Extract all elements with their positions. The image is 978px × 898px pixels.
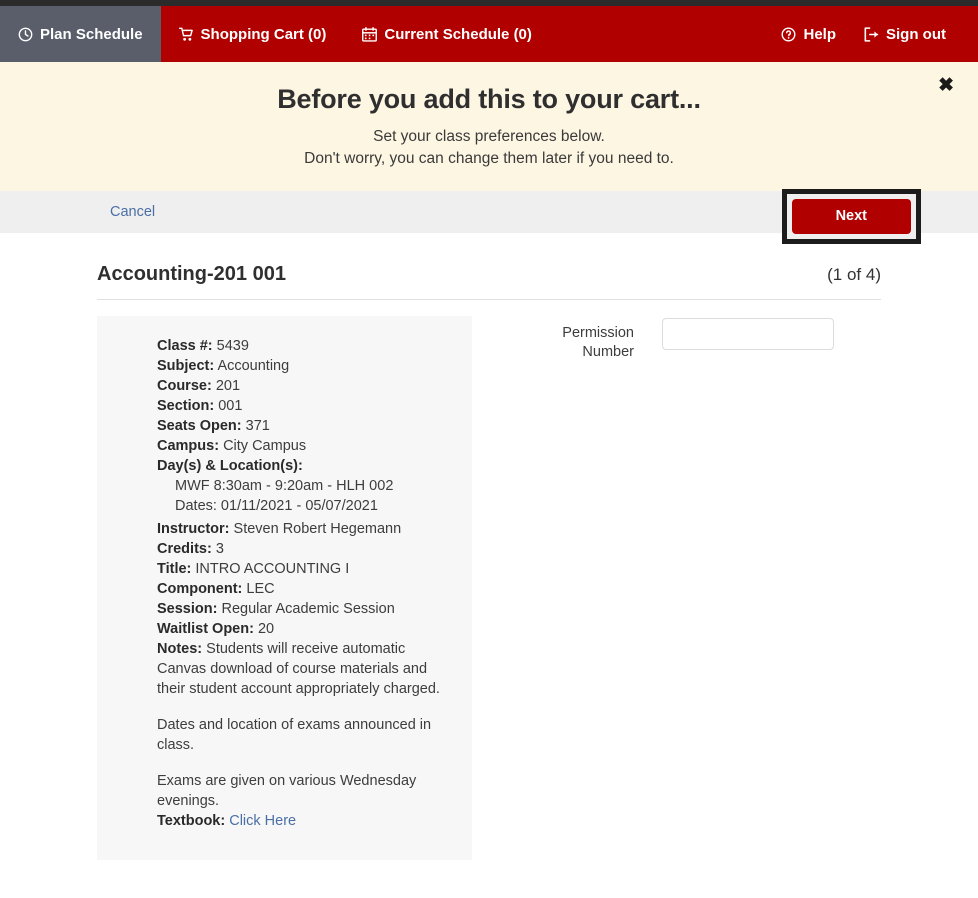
main-content: Accounting-201 001 (1 of 4) Class #: 543… [0,233,978,860]
permission-number-label: Permission Number [534,318,634,362]
banner-subtitle-line1: Set your class preferences below. [373,128,605,145]
nav-help-label: Help [803,25,836,43]
detail-campus-label: Campus: [157,437,220,454]
detail-instructor-label: Instructor: [157,520,230,537]
sign-out-icon [864,26,879,42]
course-body-row: Class #: 5439 Subject: Accounting Course… [97,315,881,860]
detail-session-value: Regular Academic Session [221,600,395,617]
days-locations-label-text: Day(s) & Location(s): [157,457,303,474]
detail-course: Course: 201 [157,376,456,396]
detail-subject: Subject: Accounting [157,356,456,376]
detail-campus-value: City Campus [223,437,307,454]
nav-sign-out-label: Sign out [886,25,946,43]
permission-number-input[interactable] [662,317,834,350]
detail-notes-label: Notes: [157,640,203,657]
course-header: Accounting-201 001 (1 of 4) [97,263,881,300]
navbar-left-group: Plan Schedule Shopping Cart (0) Current … [0,6,550,62]
detail-meeting-dates: Dates: 01/11/2021 - 05/07/2021 [175,497,378,514]
detail-session: Session: Regular Academic Session [157,599,456,619]
detail-credits-label: Credits: [157,540,212,557]
detail-waitlist-open-value: 20 [257,620,275,637]
permission-number-label-line2: Number [582,343,634,360]
nav-tab-shopping-cart-label: Shopping Cart (0) [200,25,327,43]
nav-tab-current-schedule-label: Current Schedule (0) [384,25,532,43]
detail-section-value: 001 [218,397,243,414]
detail-seats-open-label: Seats Open: [157,417,242,434]
detail-meeting-time: MWF 8:30am - 9:20am - HLH 002 [175,477,394,494]
detail-credits-value: 3 [215,540,224,557]
wizard-action-bar: Cancel Next [0,188,978,244]
page-title: Accounting-201 001 [97,262,286,285]
next-button-highlight: Next [781,188,921,244]
nav-sign-out-link[interactable]: Sign out [850,26,960,43]
textbook-link[interactable]: Click Here [229,813,296,829]
detail-notes: Notes: Students will receive automatic C… [157,639,456,699]
question-circle-icon [781,27,796,42]
detail-instructor: Instructor: Steven Robert Hegemann [157,519,456,539]
detail-instructor-value: Steven Robert Hegemann [233,520,402,537]
class-details-panel: Class #: 5439 Subject: Accounting Course… [97,315,472,860]
detail-campus: Campus: City Campus [157,436,456,456]
permission-number-field-group: Permission Number [534,316,834,362]
detail-notes-paragraph-3: Exams are given on various Wednesday eve… [157,772,417,809]
detail-days-locations-label: Day(s) & Location(s): [157,456,456,476]
nav-tab-current-schedule[interactable]: Current Schedule (0) [344,6,550,62]
calendar-icon [362,26,378,42]
nav-tab-plan-schedule-label: Plan Schedule [40,25,143,43]
shopping-cart-icon [178,27,194,42]
navbar-right-group: Help Sign out [767,6,978,62]
permission-number-label-line1: Permission [562,324,634,341]
detail-seats-open: Seats Open: 371 [157,416,456,436]
detail-course-label: Course: [157,377,212,394]
detail-textbook: Textbook: Click Here [157,811,456,831]
next-button[interactable]: Next [791,198,911,234]
detail-textbook-label: Textbook: [157,812,226,829]
detail-class-number-value: 5439 [216,337,249,354]
detail-notes-paragraph-2: Dates and location of exams announced in… [157,716,432,753]
detail-session-label: Session: [157,600,218,617]
detail-title: Title: INTRO ACCOUNTING I [157,559,456,579]
banner-subtitle-line2: Don't worry, you can change them later i… [304,150,674,168]
detail-section-label: Section: [157,397,215,414]
main-navbar: Plan Schedule Shopping Cart (0) Current … [0,6,978,62]
detail-class-number: Class #: 5439 [157,336,456,356]
close-icon[interactable]: ✖ [934,72,958,99]
step-counter: (1 of 4) [827,264,881,284]
detail-subject-label: Subject: [157,357,215,374]
cancel-button[interactable]: Cancel [110,204,155,220]
banner-title: Before you add this to your cart... [277,84,701,114]
detail-section: Section: 001 [157,396,456,416]
clock-icon [18,27,33,42]
nav-tab-plan-schedule[interactable]: Plan Schedule [0,6,161,62]
detail-subject-value: Accounting [217,357,290,374]
detail-course-value: 201 [215,377,241,394]
detail-title-label: Title: [157,560,192,577]
detail-waitlist-open-label: Waitlist Open: [157,620,254,637]
detail-credits: Credits: 3 [157,539,456,559]
detail-component-value: LEC [246,580,275,597]
detail-component: Component: LEC [157,579,456,599]
nav-help-link[interactable]: Help [767,26,850,43]
detail-class-number-label: Class #: [157,337,213,354]
detail-title-value: INTRO ACCOUNTING I [195,560,350,577]
detail-waitlist-open: Waitlist Open: 20 [157,619,456,639]
detail-component-label: Component: [157,580,243,597]
preferences-banner: ✖ Before you add this to your cart... Se… [0,62,978,191]
detail-seats-open-value: 371 [245,417,270,434]
nav-tab-shopping-cart[interactable]: Shopping Cart (0) [161,6,345,62]
